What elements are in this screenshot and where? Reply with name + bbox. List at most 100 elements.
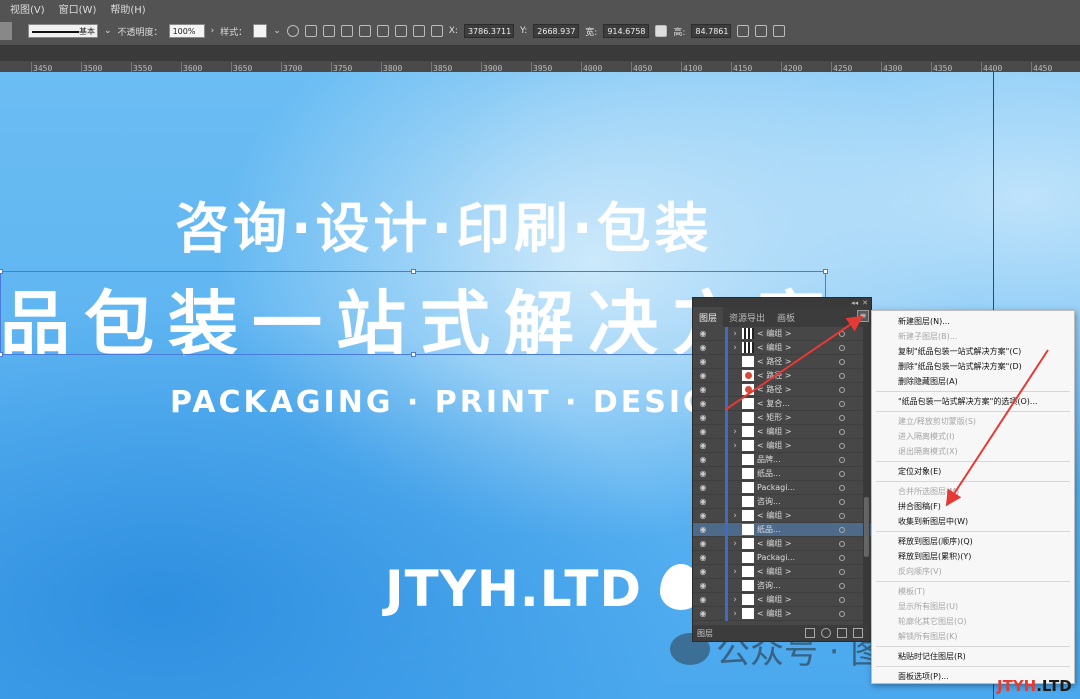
target-circle-icon[interactable]	[839, 372, 845, 379]
chevron-down-icon[interactable]: ⌄	[104, 26, 112, 36]
eye-icon[interactable]: ◉	[693, 371, 713, 380]
layer-row[interactable]: ◉ › < 编组 >	[693, 438, 871, 453]
layer-row[interactable]: ◉ › < 编组 >	[693, 592, 871, 607]
chevron-down-icon[interactable]: ⌄	[273, 26, 281, 36]
eye-icon[interactable]: ◉	[693, 497, 713, 506]
target-circle-icon[interactable]	[839, 596, 845, 603]
width-input[interactable]: 914.6758	[603, 24, 650, 38]
menu-item[interactable]: 释放到图层(顺序)(Q)	[872, 534, 1074, 549]
style-swatch[interactable]	[253, 24, 268, 38]
target-circle-icon[interactable]	[839, 414, 845, 421]
close-icon[interactable]: ✕	[862, 299, 868, 307]
isolate-icon[interactable]	[773, 25, 786, 37]
menu-item[interactable]: 删除隐藏图层(A)	[872, 374, 1074, 389]
search-icon[interactable]	[821, 628, 831, 638]
align-top-icon[interactable]	[376, 25, 389, 37]
eye-icon[interactable]: ◉	[693, 357, 713, 366]
eye-icon[interactable]: ◉	[693, 441, 713, 450]
align-middle-icon[interactable]	[394, 25, 407, 37]
menu-item[interactable]: 收集到新图层中(W)	[872, 514, 1074, 529]
eye-icon[interactable]: ◉	[693, 343, 713, 352]
tab-asset-export[interactable]: 资源导出	[723, 307, 771, 327]
collapse-icon[interactable]: ◂◂	[851, 299, 858, 307]
expand-arrow-icon[interactable]: ›	[728, 567, 742, 577]
layer-row[interactable]: ◉ › < 编组 >	[693, 564, 871, 579]
eye-icon[interactable]: ◉	[693, 539, 713, 548]
eye-icon[interactable]: ◉	[693, 385, 713, 394]
eye-icon[interactable]: ◉	[693, 427, 713, 436]
layer-row[interactable]: ◉ 咨询...	[693, 578, 871, 593]
menu-help[interactable]: 帮助(H)	[110, 1, 145, 16]
menu-item[interactable]: 粘贴时记住图层(R)	[872, 649, 1074, 664]
layer-row[interactable]: ◉ › < 编组 >	[693, 536, 871, 551]
layer-row[interactable]: ◉ Packagi...	[693, 550, 871, 565]
align-right-icon[interactable]	[358, 25, 371, 37]
layer-row[interactable]: ◉ › < 编组 >	[693, 424, 871, 439]
target-circle-icon[interactable]	[839, 400, 845, 407]
target-circle-icon[interactable]	[839, 554, 845, 561]
eye-icon[interactable]: ◉	[693, 567, 713, 576]
panel-menu-icon[interactable]: ≡	[857, 310, 869, 322]
layer-row[interactable]: ◉ › < 编组 >	[693, 606, 871, 621]
target-circle-icon[interactable]	[839, 582, 845, 589]
trash-icon[interactable]	[853, 628, 863, 638]
y-input[interactable]: 2668.937	[533, 24, 580, 38]
target-circle-icon[interactable]	[839, 358, 845, 365]
layer-row[interactable]: ◉ Packagi...	[693, 480, 871, 495]
eye-icon[interactable]: ◉	[693, 413, 713, 422]
target-circle-icon[interactable]	[839, 568, 845, 575]
align-bottom-icon[interactable]	[412, 25, 425, 37]
eye-icon[interactable]: ◉	[693, 399, 713, 408]
layer-row[interactable]: ◉ < 路径 >	[693, 382, 871, 397]
layer-row[interactable]: ◉ < 路径 >	[693, 354, 871, 369]
chevron-right-icon[interactable]: ›	[211, 26, 215, 36]
expand-arrow-icon[interactable]: ›	[728, 427, 742, 437]
eye-icon[interactable]: ◉	[693, 595, 713, 604]
eye-icon[interactable]: ◉	[693, 469, 713, 478]
link-icon[interactable]	[655, 25, 668, 37]
layer-row[interactable]: ◉ 纸品...	[693, 466, 871, 481]
target-circle-icon[interactable]	[839, 344, 845, 351]
target-circle-icon[interactable]	[839, 386, 845, 393]
eye-icon[interactable]: ◉	[693, 525, 713, 534]
menu-window[interactable]: 窗口(W)	[59, 1, 97, 16]
eye-icon[interactable]: ◉	[693, 329, 713, 338]
transform-icon[interactable]	[737, 25, 750, 37]
layers-scrollbar[interactable]	[863, 327, 870, 625]
menu-item[interactable]: 释放到图层(累积)(Y)	[872, 549, 1074, 564]
tab-artboards[interactable]: 画板	[771, 307, 801, 327]
stroke-style-select[interactable]: 基本	[28, 24, 98, 38]
layer-row[interactable]: ◉ › < 编组 >	[693, 508, 871, 523]
eye-icon[interactable]: ◉	[693, 455, 713, 464]
expand-arrow-icon[interactable]: ›	[728, 595, 742, 605]
opacity-input[interactable]: 100%	[168, 24, 205, 38]
layer-row[interactable]: ◉ 纸品...	[693, 522, 871, 537]
recolor-icon[interactable]	[286, 25, 299, 37]
layer-row[interactable]: ◉ › < 编组 >	[693, 327, 871, 341]
eye-icon[interactable]: ◉	[693, 609, 713, 618]
reference-point-icon[interactable]	[430, 25, 443, 37]
x-input[interactable]: 3786.3711	[463, 24, 514, 38]
expand-arrow-icon[interactable]: ›	[728, 343, 742, 353]
layer-row[interactable]: ◉ < 复合...	[693, 396, 871, 411]
align-left-icon[interactable]	[322, 25, 335, 37]
eye-icon[interactable]: ◉	[693, 553, 713, 562]
expand-arrow-icon[interactable]: ›	[728, 609, 742, 619]
target-circle-icon[interactable]	[839, 470, 845, 477]
menu-item[interactable]: 复制"纸品包装一站式解决方案"(C)	[872, 344, 1074, 359]
layer-row[interactable]: ◉ 品牌...	[693, 452, 871, 467]
expand-arrow-icon[interactable]: ›	[728, 441, 742, 451]
stroke-swatch[interactable]	[0, 22, 12, 40]
target-circle-icon[interactable]	[839, 456, 845, 463]
layer-row[interactable]: ◉ 咨询...	[693, 494, 871, 509]
menu-view[interactable]: 视图(V)	[10, 1, 45, 16]
menu-item[interactable]: 拼合图稿(F)	[872, 499, 1074, 514]
align-center-icon[interactable]	[340, 25, 353, 37]
target-circle-icon[interactable]	[839, 540, 845, 547]
target-circle-icon[interactable]	[839, 330, 845, 337]
target-circle-icon[interactable]	[839, 512, 845, 519]
align-to-icon[interactable]	[304, 25, 317, 37]
height-input[interactable]: 84.7861	[691, 24, 732, 38]
target-circle-icon[interactable]	[839, 484, 845, 491]
target-circle-icon[interactable]	[839, 498, 845, 505]
